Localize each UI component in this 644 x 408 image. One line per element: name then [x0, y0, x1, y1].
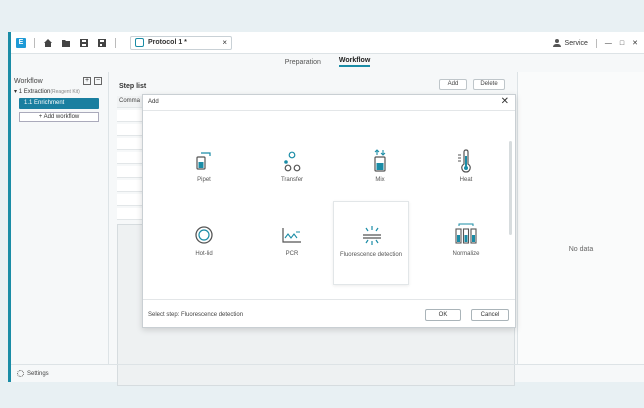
tab-workflow[interactable]: Workflow [338, 57, 371, 67]
tree-item-enrichment[interactable]: 1.1 Enrichment [19, 98, 99, 109]
divider [115, 37, 116, 48]
tile-normalize[interactable]: Normalize [427, 209, 505, 277]
divider [34, 37, 35, 48]
dialog-title: Add [148, 99, 159, 105]
tree-toggle-icon[interactable]: ▾ [14, 89, 17, 95]
dialog-scrollbar[interactable] [509, 141, 512, 235]
workflow-sidebar: Workflow + − ▾ 1 Extraction(Reagent Kit)… [11, 72, 109, 364]
tab-protocol[interactable]: Protocol 1 * × [130, 35, 232, 50]
tile-label: Heat [459, 177, 473, 183]
divider [595, 38, 597, 48]
tile-pcr[interactable]: PCR [253, 209, 331, 277]
tree-item-label: 1 Extraction [18, 89, 51, 95]
tile-hot-lid[interactable]: Hot-lid [165, 209, 243, 277]
tile-fluorescence-detection[interactable]: Fluorescence detection [333, 201, 409, 285]
delete-step-button[interactable]: Delete [473, 79, 505, 90]
add-workflow-button[interactable]: + Add workflow [19, 112, 99, 122]
tile-label: Normalize [452, 251, 480, 257]
user-icon [552, 39, 561, 47]
tile-mix[interactable]: Mix [341, 135, 419, 203]
tile-heat[interactable]: Heat [427, 135, 505, 203]
tree-item-extraction[interactable]: ▾ 1 Extraction(Reagent Kit) [11, 87, 108, 96]
save-as-icon[interactable] [97, 38, 107, 48]
window-controls: Service — □ ✕ [552, 32, 638, 54]
minimize-button[interactable]: — [605, 40, 612, 47]
tile-label: Hot-lid [195, 251, 213, 257]
heat-icon [458, 149, 471, 173]
tab-close-icon[interactable]: × [222, 38, 227, 47]
gear-icon[interactable] [17, 370, 24, 377]
step-type-grid: Pipet Transfer Mix Heat Hot-lid PCR Fluo… [143, 111, 515, 299]
expand-all-button[interactable]: + [83, 77, 91, 85]
ok-button[interactable]: OK [425, 309, 461, 321]
settings-link[interactable]: Settings [27, 371, 49, 377]
tile-label: Mix [375, 177, 385, 183]
properties-pane: No data [517, 72, 644, 364]
folder-icon[interactable] [61, 38, 71, 48]
step-list-title: Step list [119, 83, 147, 90]
hot-lid-icon [195, 226, 213, 244]
view-tabs: Preparation Workflow [11, 54, 644, 70]
tab-label: Protocol 1 * [148, 39, 187, 46]
fluorescence-icon [363, 226, 381, 245]
pipet-icon [196, 152, 211, 170]
transfer-icon [284, 151, 301, 172]
tile-transfer[interactable]: Transfer [253, 135, 331, 203]
workflow-header: Workflow + − [11, 72, 108, 87]
no-data-text: No data [568, 246, 594, 253]
close-window-button[interactable]: ✕ [632, 39, 638, 47]
workflow-label: Workflow [14, 77, 43, 85]
tile-label: PCR [285, 251, 299, 257]
home-icon[interactable] [43, 38, 53, 48]
mix-icon [374, 149, 386, 172]
selection-status: Select step: Fluorescence detection [148, 312, 244, 318]
tile-label: Fluorescence detection [339, 252, 403, 258]
normalize-icon [455, 223, 477, 244]
save-icon[interactable] [79, 38, 89, 48]
tile-label: Pipet [197, 177, 211, 183]
add-step-dialog: Add ✕ Pipet Transfer Mix Heat Hot-lid PC… [142, 94, 516, 328]
app-logo: E [16, 37, 26, 48]
status-bar: Settings [11, 364, 644, 382]
tile-label: Transfer [280, 177, 304, 183]
pcr-icon [282, 228, 301, 243]
tab-preparation[interactable]: Preparation [285, 59, 321, 66]
tree-item-note: (Reagent Kit) [50, 89, 80, 95]
collapse-all-button[interactable]: − [94, 77, 102, 85]
user-name[interactable]: Service [565, 40, 588, 47]
title-bar: E Protocol 1 * × Service — □ ✕ [11, 32, 644, 54]
protocol-icon [135, 38, 144, 47]
divider [143, 299, 515, 300]
close-icon[interactable]: ✕ [501, 96, 509, 107]
tile-pipet[interactable]: Pipet [165, 135, 243, 203]
add-step-button[interactable]: Add [439, 79, 467, 90]
cancel-button[interactable]: Cancel [471, 309, 509, 321]
maximize-button[interactable]: □ [620, 40, 624, 47]
